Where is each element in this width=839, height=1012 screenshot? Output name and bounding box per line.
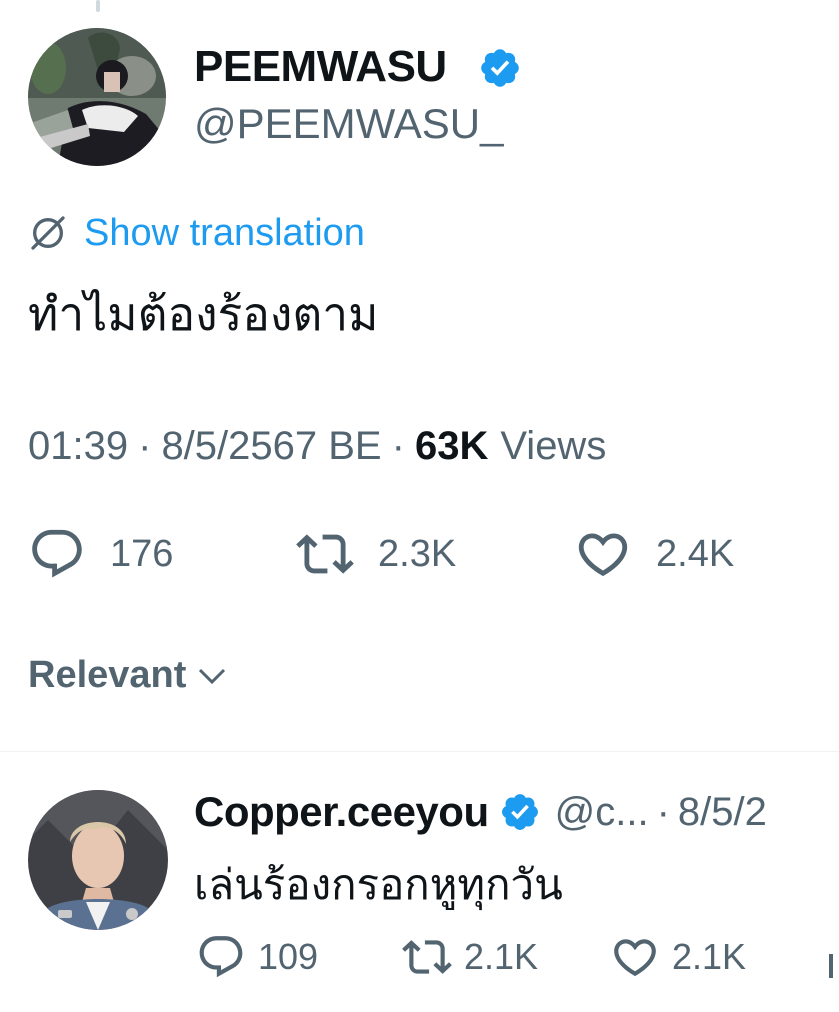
reply-bubble-icon xyxy=(32,529,82,578)
analytics-icon[interactable] xyxy=(822,944,839,978)
reply-repost-count: 2.1K xyxy=(464,936,539,977)
repost-icon xyxy=(402,940,452,974)
like-button[interactable]: 2.4K xyxy=(574,524,734,584)
author-name[interactable]: PEEMWASU xyxy=(194,42,447,92)
reply-bubble-icon xyxy=(199,936,243,978)
thread-connector-line xyxy=(96,0,100,12)
reply-author-avatar[interactable] xyxy=(28,790,168,930)
translate-globe-icon xyxy=(31,216,65,250)
like-count: 2.4K xyxy=(656,532,735,575)
separator-dot: · xyxy=(138,424,152,468)
views-count: 63K xyxy=(414,424,489,468)
reply-like-count: 2.1K xyxy=(672,936,747,977)
tweet-actions: 176 2.3K 2.4K xyxy=(0,524,839,584)
reply-date[interactable]: 8/5/2 xyxy=(678,790,767,835)
show-translation-label[interactable]: Show translation xyxy=(84,212,365,255)
author-avatar[interactable] xyxy=(28,28,166,166)
tweet-time[interactable]: 01:39 xyxy=(28,424,128,469)
reply-button[interactable]: 176 xyxy=(28,524,173,584)
repost-button[interactable]: 2.3K xyxy=(296,524,456,584)
tweet-meta: 01:39 · 8/5/2567 BE · 63K Views xyxy=(28,424,606,469)
repost-icon xyxy=(296,534,354,574)
reply-actions: 109 2.1K 2.1K xyxy=(0,930,839,984)
chevron-down-icon xyxy=(199,668,226,684)
separator-dot: · xyxy=(656,789,670,834)
tweet-detail-page: PEEMWASU @PEEMWASU_ Show translation ทำไ… xyxy=(0,0,839,1012)
reply-sort-dropdown[interactable]: Relevant xyxy=(28,654,230,697)
reply-reply-count: 109 xyxy=(258,936,319,977)
reply-author-handle[interactable]: @c... xyxy=(555,790,649,835)
reply-reply-button[interactable]: 109 xyxy=(196,930,318,984)
tweet-date[interactable]: 8/5/2567 BE xyxy=(161,424,381,469)
views-label: Views xyxy=(500,424,607,468)
separator-dot: · xyxy=(391,424,405,468)
heart-icon xyxy=(578,533,628,577)
reply-text: เล่นร้องกรอกหูทุกวัน xyxy=(194,860,563,909)
reply-author-name[interactable]: Copper.ceeyou xyxy=(194,788,489,836)
reply-like-button[interactable]: 2.1K xyxy=(610,930,746,984)
reply-repost-button[interactable]: 2.1K xyxy=(402,930,538,984)
show-translation-link[interactable]: Show translation xyxy=(28,210,365,256)
tweet-text: ทำไมต้องร้องตาม xyxy=(28,287,379,341)
reply-sort-label: Relevant xyxy=(28,654,187,696)
reply-count: 176 xyxy=(110,532,174,575)
repost-count: 2.3K xyxy=(378,532,457,575)
verified-badge-icon xyxy=(481,49,519,87)
reply-header: Copper.ceeyou @c... · 8/5/2 xyxy=(194,786,767,838)
divider xyxy=(0,751,839,752)
heart-icon xyxy=(614,939,656,977)
verified-badge-icon xyxy=(501,794,538,830)
author-handle[interactable]: @PEEMWASU_ xyxy=(194,100,503,148)
